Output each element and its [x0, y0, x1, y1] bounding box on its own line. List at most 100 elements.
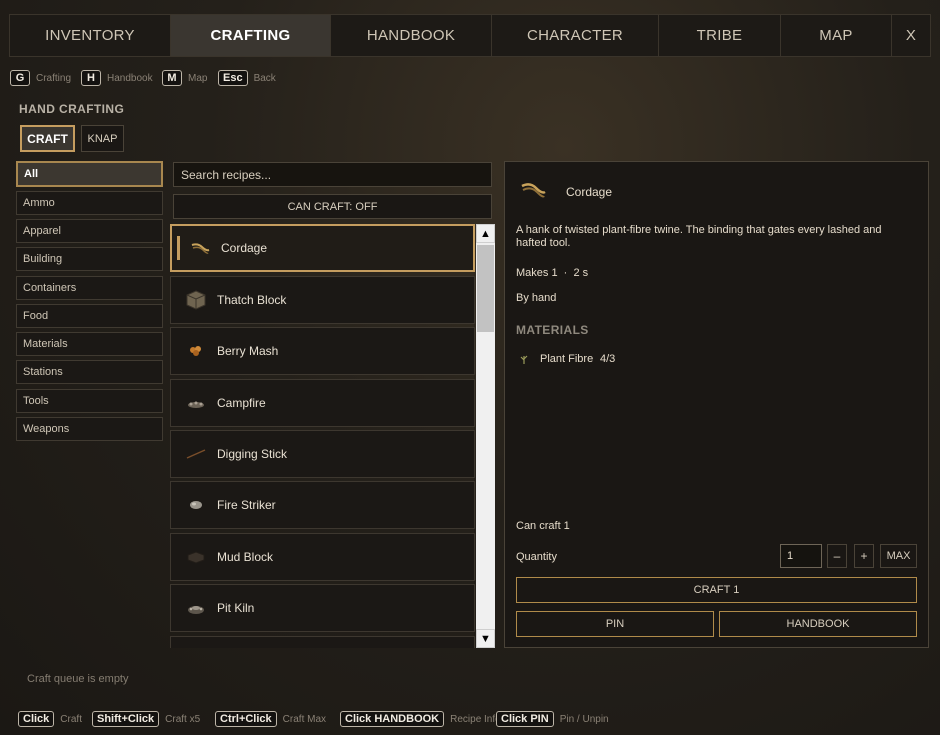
quantity-label: Quantity: [516, 551, 557, 563]
material-name: Plant Fibre: [540, 353, 594, 365]
bottom-hint-ctrl-click: Ctrl+Click Craft Max: [215, 711, 326, 727]
key-cap: Esc: [218, 70, 248, 86]
key-cap: H: [81, 70, 101, 86]
key-hint-back: Esc Back: [218, 70, 276, 86]
digging-stick-icon: [184, 442, 208, 466]
category-food[interactable]: Food: [16, 304, 163, 328]
key-hint-handbook: H Handbook: [81, 70, 153, 86]
recipe-item-partial[interactable]: [170, 636, 475, 648]
recipe-search-input[interactable]: [173, 162, 492, 187]
category-ammo[interactable]: Ammo: [16, 191, 163, 215]
craft-button[interactable]: CRAFT 1: [516, 577, 917, 603]
recipe-label: Fire Striker: [217, 498, 276, 512]
detail-description: A hank of twisted plant-fibre twine. The…: [516, 224, 882, 249]
key-cap: Click PIN: [496, 711, 554, 727]
cordage-icon: [188, 236, 212, 260]
materials-title: MATERIALS: [516, 323, 589, 337]
key-hint-label: Pin / Unpin: [559, 713, 609, 725]
recipe-label: Digging Stick: [217, 447, 288, 461]
tab-character[interactable]: CHARACTER: [492, 15, 659, 56]
fire-striker-icon: [184, 493, 208, 517]
detail-makes: Makes 1 · 2 s: [516, 267, 589, 279]
key-hint-crafting: G Crafting: [10, 70, 71, 86]
recipe-label: Campfire: [217, 396, 266, 410]
mud-block-icon: [184, 545, 208, 569]
quantity-input[interactable]: [780, 544, 822, 568]
key-hint-label: Map: [188, 72, 208, 84]
key-cap: M: [162, 70, 182, 86]
key-cap: Click HANDBOOK: [340, 711, 445, 727]
selected-marker: [177, 236, 180, 260]
key-hint-map: M Map: [162, 70, 207, 86]
key-cap: Ctrl+Click: [215, 711, 277, 727]
recipe-item-mud-block[interactable]: Mud Block: [170, 533, 475, 581]
craft-queue-status: Craft queue is empty: [27, 673, 129, 685]
recipe-item-thatch-block[interactable]: Thatch Block: [170, 276, 475, 324]
recipe-label: Cordage: [221, 241, 268, 255]
key-hint-label: Recipe Info: [450, 713, 501, 725]
key-hint-label: Craft: [60, 713, 82, 725]
recipe-item-digging-stick[interactable]: Digging Stick: [170, 430, 475, 478]
category-weapons[interactable]: Weapons: [16, 417, 163, 441]
key-cap: Click: [18, 711, 55, 727]
tab-handbook[interactable]: HANDBOOK: [331, 15, 492, 56]
category-stations[interactable]: Stations: [16, 360, 163, 384]
close-button[interactable]: X: [892, 15, 930, 56]
section-title: HAND CRAFTING: [19, 102, 125, 116]
tab-inventory[interactable]: INVENTORY: [10, 15, 171, 56]
recipe-detail-panel: Cordage A hank of twisted plant-fibre tw…: [504, 161, 929, 648]
berry-mash-icon: [184, 339, 208, 363]
thatch-block-icon: [184, 288, 208, 312]
key-cap: G: [10, 70, 30, 86]
pit-kiln-icon: [184, 596, 208, 620]
tab-crafting[interactable]: CRAFTING: [171, 15, 331, 56]
recipe-item-fire-striker[interactable]: Fire Striker: [170, 481, 475, 529]
recipe-label: Pit Kiln: [217, 601, 255, 615]
main-tab-bar: INVENTORY CRAFTING HANDBOOK CHARACTER TR…: [9, 14, 931, 57]
quantity-plus-button[interactable]: +: [854, 544, 874, 568]
category-containers[interactable]: Containers: [16, 276, 163, 300]
bottom-hint-pin: Click PIN Pin / Unpin: [496, 711, 609, 727]
recipe-item-campfire[interactable]: Campfire: [170, 379, 475, 427]
key-hint-label: Craft x5: [165, 713, 201, 725]
key-hint-label: Crafting: [36, 72, 72, 84]
category-apparel[interactable]: Apparel: [16, 219, 163, 243]
bottom-hint-shift-click: Shift+Click Craft x5: [92, 711, 200, 727]
tab-tribe[interactable]: TRIBE: [659, 15, 781, 56]
can-craft-filter-toggle[interactable]: CAN CRAFT: OFF: [173, 194, 492, 219]
recipe-label: Thatch Block: [217, 293, 287, 307]
plant-fibre-icon: [518, 352, 530, 364]
tab-map[interactable]: MAP: [781, 15, 892, 56]
category-all[interactable]: All: [16, 161, 163, 187]
key-hint-label: Back: [253, 72, 276, 84]
campfire-icon: [184, 391, 208, 415]
recipe-list-scrollbar[interactable]: ▲ ▼: [476, 224, 495, 648]
craft-mode-button[interactable]: CRAFT: [20, 125, 75, 152]
handbook-button[interactable]: HANDBOOK: [719, 611, 917, 637]
scroll-up-icon[interactable]: ▲: [476, 224, 495, 243]
quantity-max-button[interactable]: MAX: [880, 544, 917, 568]
key-hint-label: Craft Max: [282, 713, 327, 725]
recipe-label: Berry Mash: [217, 344, 279, 358]
detail-method: By hand: [516, 292, 557, 304]
recipe-item-cordage[interactable]: Cordage: [170, 224, 475, 272]
scroll-thumb[interactable]: [477, 245, 494, 332]
pin-button[interactable]: PIN: [516, 611, 714, 637]
recipe-label: Mud Block: [217, 550, 274, 564]
material-count: 4/3: [600, 353, 616, 365]
bottom-hint-handbook: Click HANDBOOK Recipe Info: [340, 711, 501, 727]
key-cap: Shift+Click: [92, 711, 160, 727]
key-hint-label: Handbook: [107, 72, 153, 84]
recipe-item-berry-mash[interactable]: Berry Mash: [170, 327, 475, 375]
can-craft-count: Can craft 1: [516, 520, 570, 532]
recipe-item-pit-kiln[interactable]: Pit Kiln: [170, 584, 475, 632]
cordage-icon: [520, 180, 546, 202]
quantity-minus-button[interactable]: –: [827, 544, 847, 568]
scroll-down-icon[interactable]: ▼: [476, 629, 495, 648]
category-materials[interactable]: Materials: [16, 332, 163, 356]
category-tools[interactable]: Tools: [16, 389, 163, 413]
knap-mode-button[interactable]: KNAP: [81, 125, 124, 152]
detail-title: Cordage: [566, 185, 613, 199]
category-building[interactable]: Building: [16, 247, 163, 271]
bottom-hint-click: Click Craft: [18, 711, 82, 727]
